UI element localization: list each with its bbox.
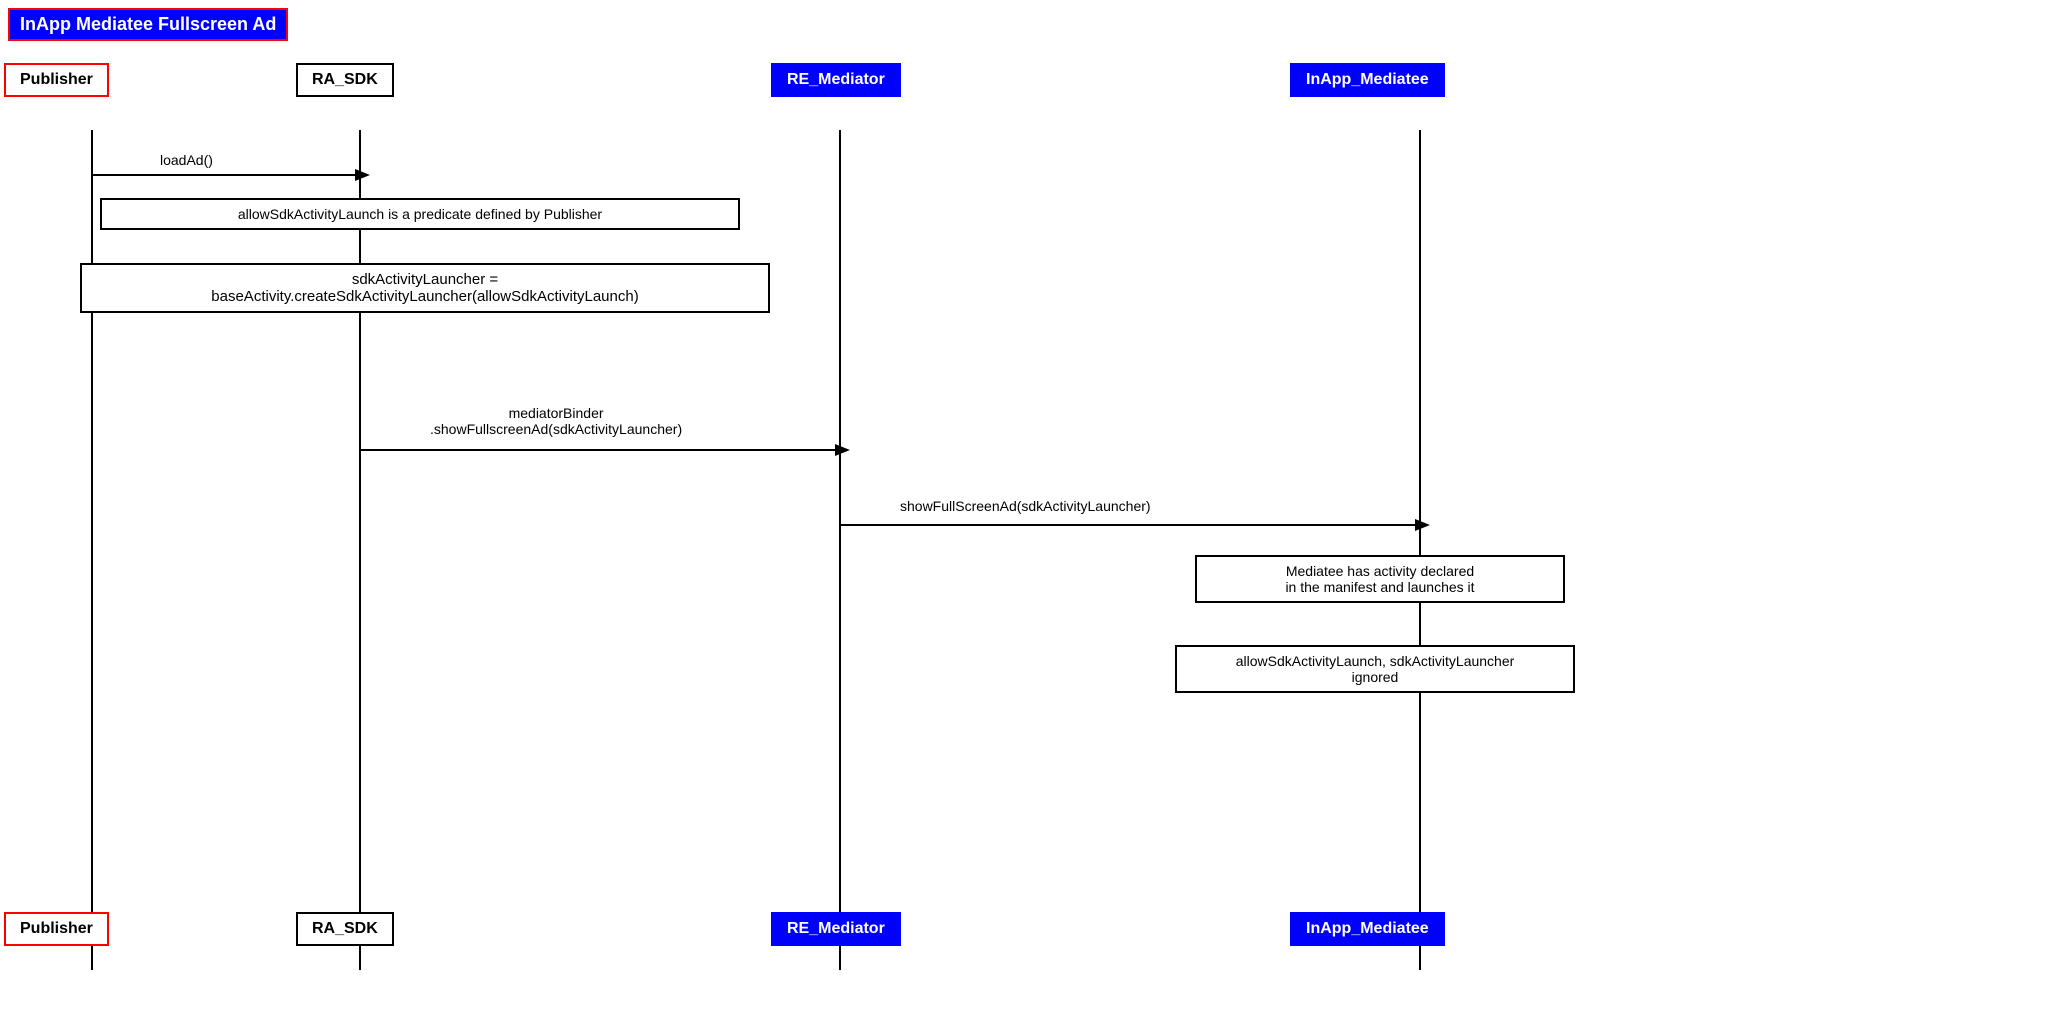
load-ad-label: loadAd() [160, 152, 213, 168]
diagram-container: InApp Mediatee Fullscreen Ad Publisher R… [0, 0, 2048, 1019]
participant-publisher-bottom: Publisher [4, 912, 109, 946]
participant-inapp-mediatee-bottom: InApp_Mediatee [1290, 912, 1445, 946]
participant-rasdk-bottom: RA_SDK [296, 912, 394, 946]
sdk-launcher-note: sdkActivityLauncher =baseActivity.create… [80, 263, 770, 313]
ignored-note: allowSdkActivityLaunch, sdkActivityLaunc… [1175, 645, 1575, 693]
participant-re-mediator-bottom: RE_Mediator [771, 912, 901, 946]
participant-publisher-top: Publisher [4, 63, 109, 97]
predicate-note: allowSdkActivityLaunch is a predicate de… [100, 198, 740, 230]
mediator-binder-label: mediatorBinder.showFullscreenAd(sdkActiv… [430, 405, 682, 437]
participant-re-mediator-top: RE_Mediator [771, 63, 901, 97]
mediatee-note: Mediatee has activity declaredin the man… [1195, 555, 1565, 603]
participant-rasdk-top: RA_SDK [296, 63, 394, 97]
show-fullscreen-ad-label: showFullScreenAd(sdkActivityLauncher) [900, 498, 1151, 514]
participant-inapp-mediatee-top: InApp_Mediatee [1290, 63, 1445, 97]
diagram-title: InApp Mediatee Fullscreen Ad [8, 8, 288, 41]
